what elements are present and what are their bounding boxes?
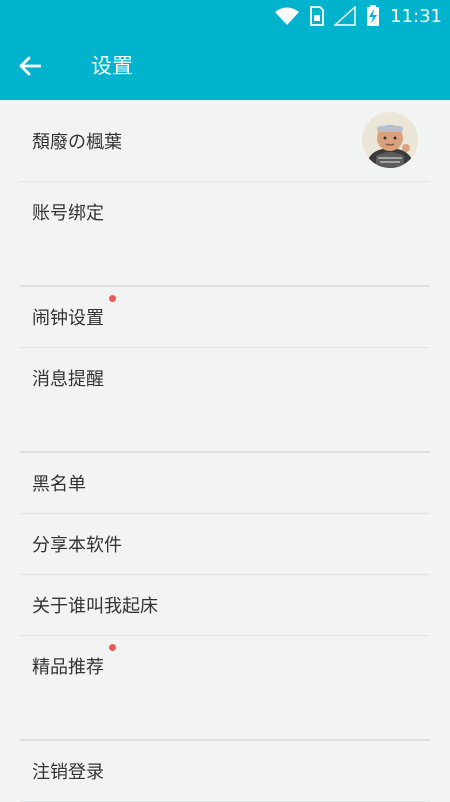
list-item-account-binding[interactable]: 账号绑定 xyxy=(20,182,430,242)
list-item-about[interactable]: 关于谁叫我起床 xyxy=(20,575,430,636)
list-item-label: 消息提醒 xyxy=(32,369,104,390)
list-item-label: 精品推荐 xyxy=(32,644,116,679)
back-button[interactable] xyxy=(14,52,46,80)
list-item-label: 闹钟设置 xyxy=(32,295,116,330)
page-title: 设置 xyxy=(91,54,133,78)
list-item-label: 分享本软件 xyxy=(32,535,122,556)
list-item-share-app[interactable]: 分享本软件 xyxy=(20,514,430,575)
wifi-icon xyxy=(275,7,300,25)
list-item-blacklist[interactable]: 黑名单 xyxy=(20,453,430,514)
list-item-text: 精品推荐 xyxy=(32,657,104,678)
new-badge-dot xyxy=(109,295,116,302)
profile-name: 頽廢の楓葉 xyxy=(32,131,122,153)
list-item-label: 黑名单 xyxy=(32,474,86,495)
profile-row[interactable]: 頽廢の楓葉 xyxy=(20,100,430,182)
list-item-alarm-settings[interactable]: 闹钟设置 xyxy=(20,287,430,348)
status-icons: 11:31 xyxy=(274,4,442,28)
group-divider xyxy=(20,696,430,741)
group-divider xyxy=(20,408,430,453)
list-item-text: 闹钟设置 xyxy=(32,308,104,329)
list-item-logout[interactable]: 注销登录 xyxy=(20,741,430,802)
list-item-label: 注销登录 xyxy=(32,762,104,783)
settings-list: 頽廢の楓葉 账号绑定 闹钟设置 消息提醒 黑名单 分享本软件 关于谁叫我起床 精… xyxy=(0,100,450,802)
list-item-label: 账号绑定 xyxy=(32,203,104,224)
group-divider xyxy=(20,242,430,287)
list-item-recommended-apps[interactable]: 精品推荐 xyxy=(20,636,430,696)
sim-icon xyxy=(310,6,325,26)
avatar-image xyxy=(362,112,418,168)
list-item-label: 关于谁叫我起床 xyxy=(32,596,158,617)
avatar[interactable] xyxy=(362,112,418,168)
arrow-left-icon xyxy=(19,56,41,76)
new-badge-dot xyxy=(109,644,116,651)
battery-charging-icon xyxy=(367,5,380,26)
app-bar: 设置 xyxy=(0,32,450,100)
status-bar: 11:31 xyxy=(0,0,450,32)
signal-icon xyxy=(334,6,356,26)
status-time: 11:31 xyxy=(390,5,442,27)
list-item-message-reminder[interactable]: 消息提醒 xyxy=(20,348,430,408)
